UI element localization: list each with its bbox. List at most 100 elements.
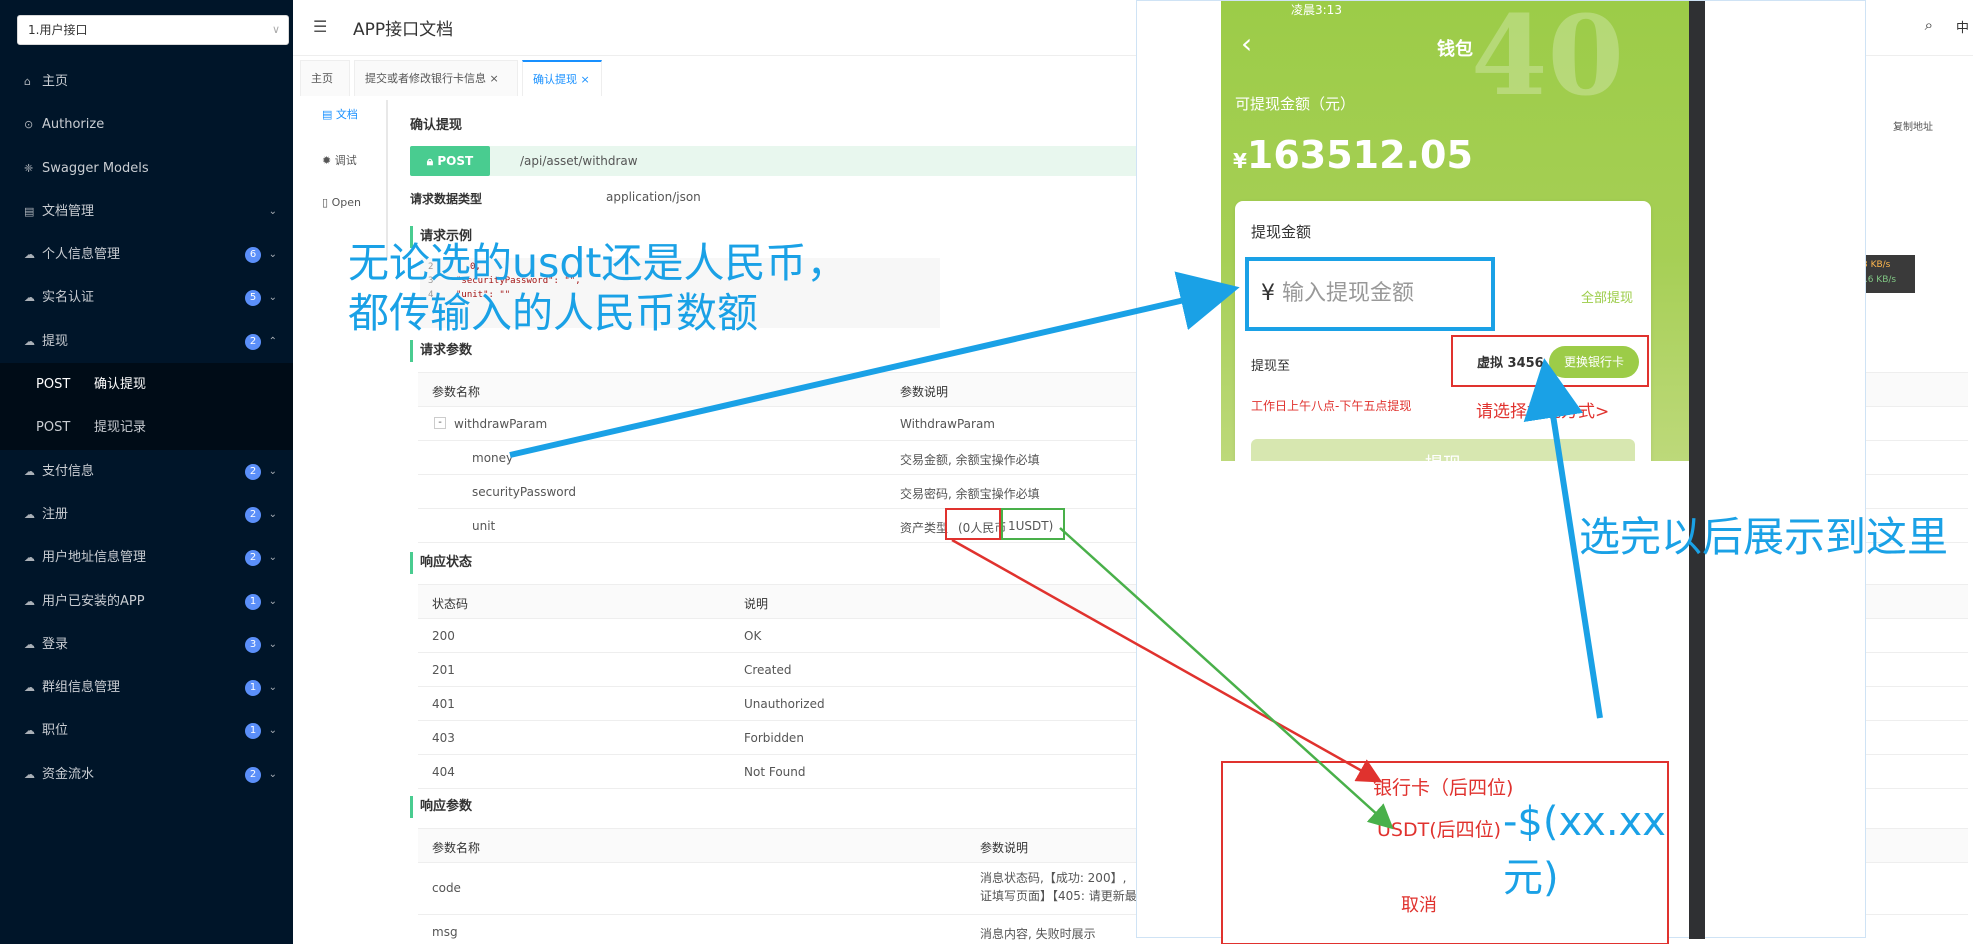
- column-header: 参数说明: [900, 385, 949, 399]
- sidebar-item[interactable]: ▤ 文档管理 ⌄: [0, 190, 293, 233]
- withdraw-to-label: 提现至: [1251, 359, 1291, 374]
- sidebar-item-label: 群组信息管理: [42, 680, 121, 696]
- phone-screenshot-overlay: 40 凌晨3:13 ‹ 钱包 可提现金额（元） ¥163512.05 提现金额 …: [1136, 0, 1866, 944]
- sidebar-item[interactable]: ⌂ 主页: [0, 60, 293, 103]
- chevron-down-icon: ⌄: [268, 638, 277, 650]
- chevron-down-icon: ⌄: [268, 682, 277, 694]
- status-desc: OK: [744, 629, 762, 643]
- copy-address-button[interactable]: 复制地址: [1893, 118, 1933, 133]
- column-header: 参数名称: [432, 841, 481, 855]
- option-bank-card[interactable]: 银行卡（后四位): [1373, 773, 1513, 800]
- annotation-box-rmb: [945, 508, 1001, 540]
- menu-toggle-icon[interactable]: ☰: [313, 17, 327, 36]
- document-icon: ▤: [322, 108, 336, 121]
- cloud-icon: ☁: [24, 724, 35, 738]
- sidebar: 1.用户接口 ∨ ⌂ 主页 ⊙ Authorize ❈ Swagger Models ▤ 文档…: [0, 0, 293, 944]
- param-name: money: [472, 451, 514, 465]
- section-request-params: 请求参数: [410, 340, 472, 362]
- cloud-icon: ☁: [24, 507, 35, 521]
- group-select[interactable]: 1.用户接口 ∨: [17, 15, 289, 45]
- sidebar-item-label: 用户地址信息管理: [42, 550, 147, 566]
- chevron-up-icon: ⌃: [268, 335, 277, 347]
- change-card-button[interactable]: 更换银行卡: [1549, 346, 1639, 378]
- cloud-icon: ☁: [24, 767, 35, 781]
- method-label: POST: [437, 154, 474, 168]
- choose-method-note: 请选择提现方式>: [1476, 402, 1610, 422]
- option-usdt[interactable]: USDT(后四位): [1377, 815, 1501, 842]
- withdraw-card: 提现金额 ¥ 输入提现金额 全部提现 提现至 虚拟 3456 更换银行卡 工作日…: [1235, 201, 1651, 461]
- chevron-down-icon: ⌄: [268, 508, 277, 520]
- count-badge: 2: [245, 550, 261, 567]
- param-desc: 交易密码, 余额宝操作必填: [900, 487, 1040, 501]
- tab-bank-card[interactable]: 提交或者修改银行卡信息 ×: [354, 60, 518, 96]
- section-label: 响应状态: [420, 555, 473, 570]
- page-title: APP接口文档: [353, 20, 454, 40]
- sidebar-item[interactable]: ☁ 用户地址信息管理 2 ⌄: [0, 536, 293, 579]
- sidebar-item[interactable]: ☁ 职位 1 ⌄: [0, 709, 293, 752]
- sidebar-item-label: 用户已安装的APP: [42, 593, 145, 609]
- tab-label: 主页: [311, 72, 333, 85]
- group-select-value: 1.用户接口: [28, 23, 88, 37]
- status-desc: Created: [744, 663, 792, 677]
- side-tab-debug[interactable]: ✹ 调试: [322, 152, 357, 168]
- sidebar-subitem[interactable]: POST 确认提现: [0, 363, 293, 407]
- param-name: unit: [472, 519, 496, 533]
- sidebar-item[interactable]: ☁ 用户已安装的APP 1 ⌄: [0, 580, 293, 623]
- language-switch[interactable]: 中: [1956, 17, 1969, 36]
- sidebar-item[interactable]: ☁ 群组信息管理 1 ⌄: [0, 666, 293, 709]
- status-bar-time: 凌晨3:13: [1291, 3, 1342, 17]
- side-tab-open[interactable]: ▯ Open: [322, 196, 361, 209]
- count-badge: 2: [245, 463, 261, 480]
- sidebar-item[interactable]: ❈ Swagger Models: [0, 147, 293, 190]
- cancel-option[interactable]: 取消: [1401, 891, 1437, 917]
- sidebar-subitem[interactable]: POST 提现记录: [0, 406, 293, 450]
- param-desc: 证填写页面】【405: 请更新最: [980, 889, 1137, 903]
- tab-home[interactable]: 主页: [300, 60, 350, 96]
- withdraw-all-link[interactable]: 全部提现: [1581, 287, 1633, 306]
- withdraw-button[interactable]: 提现: [1251, 439, 1635, 461]
- content-type-value: application/json: [606, 190, 701, 204]
- chevron-down-icon: ⌄: [268, 725, 277, 737]
- sidebar-item[interactable]: ☁ 个人信息管理 6 ⌄: [0, 233, 293, 276]
- balance-label: 可提现金额（元）: [1235, 95, 1356, 113]
- tab-label: 确认提现: [533, 73, 577, 86]
- sidebar-item[interactable]: ☁ 登录 3 ⌄: [0, 623, 293, 666]
- annotation-box-usdt: [1001, 508, 1065, 540]
- withdraw-target-selector[interactable]: 虚拟 3456 更换银行卡: [1451, 335, 1649, 387]
- sidebar-item-label: Authorize: [42, 117, 105, 133]
- sidebar-item[interactable]: ☁ 注册 2 ⌄: [0, 493, 293, 536]
- sidebar-item[interactable]: ☁ 实名认证 5 ⌄: [0, 276, 293, 319]
- sidebar-menu: ⌂ 主页 ⊙ Authorize ❈ Swagger Models ▤ 文档管理 ⌄ ☁ 个人信息管…: [0, 60, 293, 796]
- chevron-down-icon: ⌄: [268, 768, 277, 780]
- side-tab-doc[interactable]: ▤ 文档: [322, 106, 358, 122]
- close-icon[interactable]: ×: [490, 72, 499, 85]
- close-icon[interactable]: ×: [581, 73, 590, 86]
- sidebar-item-label: 文档管理: [42, 203, 95, 219]
- sidebar-item[interactable]: ☁ 资金流水 2 ⌄: [0, 753, 293, 796]
- column-header: 参数说明: [980, 841, 1029, 855]
- amount-label: 提现金额: [1251, 223, 1312, 241]
- sidebar-item-label: 主页: [42, 74, 69, 89]
- chevron-down-icon: ⌄: [268, 465, 277, 477]
- wallet-screen: 40 凌晨3:13 ‹ 钱包 可提现金额（元） ¥163512.05 提现金额 …: [1221, 1, 1689, 461]
- count-badge: 2: [245, 766, 261, 783]
- home-icon: ⌂: [24, 75, 31, 88]
- sidebar-item[interactable]: ☁ 支付信息 2 ⌄: [0, 450, 293, 493]
- search-icon[interactable]: ⌕: [1925, 16, 1933, 34]
- sidebar-item[interactable]: ☁ 提现 2 ⌃: [0, 320, 293, 363]
- sidebar-item[interactable]: ⊙ Authorize: [0, 103, 293, 146]
- param-name: securityPassword: [472, 485, 576, 499]
- sidebar-item-label: 支付信息: [42, 463, 95, 479]
- endpoint-path: /api/asset/withdraw: [520, 154, 638, 168]
- count-badge: 2: [245, 506, 261, 523]
- cloud-icon: ☁: [24, 291, 35, 305]
- count-badge: 3: [245, 636, 261, 653]
- amount-input[interactable]: ¥ 输入提现金额: [1245, 257, 1495, 331]
- tab-confirm-withdraw[interactable]: 确认提现 ×: [522, 60, 602, 96]
- section-response-status: 响应状态: [410, 552, 472, 574]
- side-tab-label: 文档: [335, 108, 358, 121]
- column-header: 说明: [744, 597, 769, 611]
- chevron-down-icon: ∨: [271, 23, 280, 36]
- section-label: 响应参数: [420, 799, 473, 814]
- collapse-toggle[interactable]: -: [434, 417, 446, 429]
